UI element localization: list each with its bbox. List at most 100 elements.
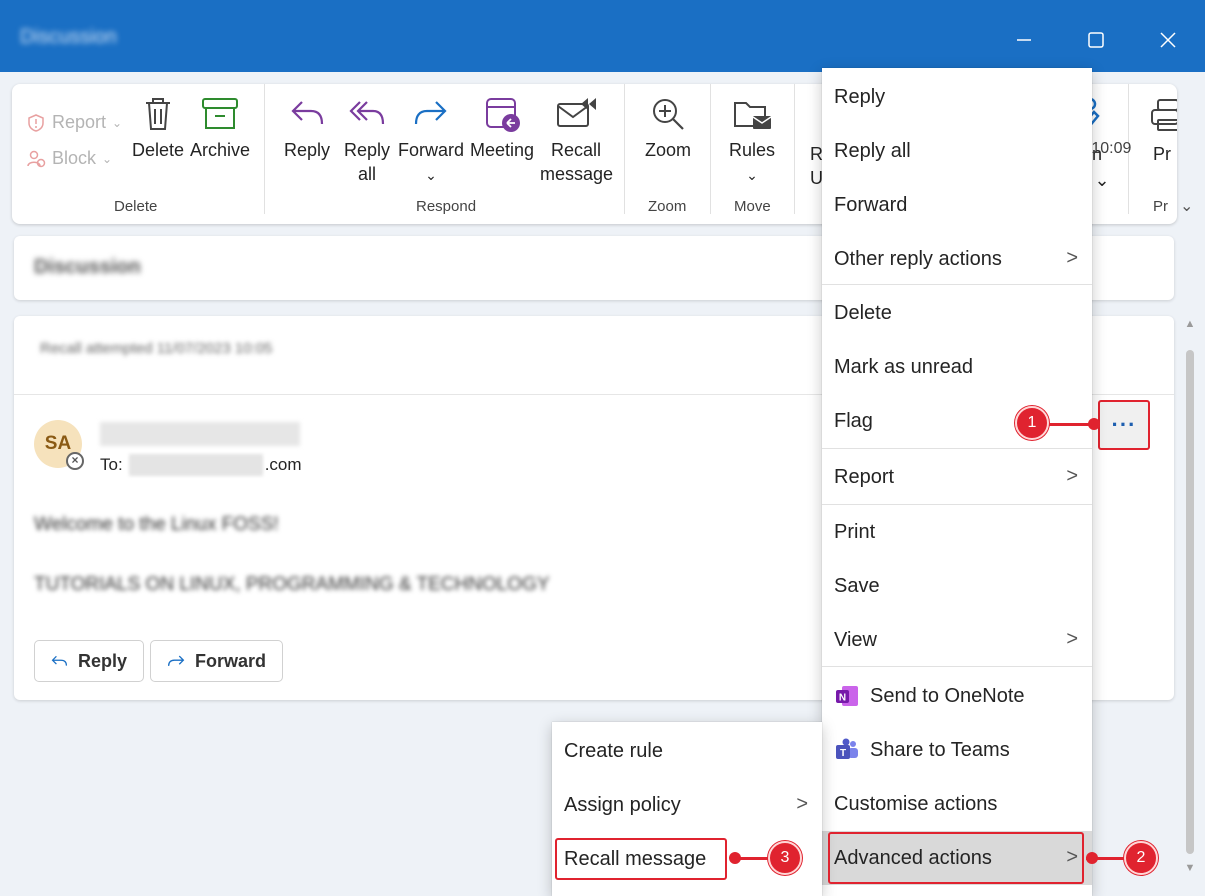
recall-banner: Recall attempted 11/07/2023 10:05 <box>40 340 273 357</box>
reply-icon <box>291 101 324 125</box>
menu-item-label: Share to Teams <box>870 738 1010 761</box>
menu-item-send-to-onenote[interactable]: N Send to OneNote <box>822 669 1092 723</box>
forward-button-label: Forward <box>194 650 266 671</box>
reply-all-button[interactable]: Reply all <box>340 94 394 186</box>
print-icon <box>1151 99 1177 131</box>
sender-name[interactable] <box>100 422 300 446</box>
block-user-icon <box>27 150 46 167</box>
archive-icon <box>202 98 238 129</box>
reply-icon <box>51 655 68 666</box>
menu-item-label: Reply all <box>834 139 911 162</box>
menu-item-label: Customise actions <box>834 792 998 815</box>
reply-label: Reply <box>283 140 331 160</box>
forward-button-inline[interactable]: Forward <box>150 640 283 682</box>
menu-item-label: View <box>834 628 877 651</box>
annotation-dot <box>1086 852 1098 864</box>
chevron-down-icon: ⌄ <box>1094 170 1110 190</box>
meeting-label: Meeting <box>469 140 535 160</box>
chevron-down-icon: ⌄ <box>746 167 758 183</box>
more-actions-button[interactable]: ··· <box>1098 400 1150 450</box>
reply-all-label-1: Reply <box>343 140 391 160</box>
annotation-dot <box>1088 418 1100 430</box>
menu-item-customise-actions[interactable]: Customise actions <box>822 777 1092 831</box>
annotation-dot <box>729 852 741 864</box>
menu-item-reply-all[interactable]: Reply all <box>822 124 1092 178</box>
menu-item-print[interactable]: Print <box>822 505 1092 559</box>
archive-button[interactable]: Archive <box>188 94 252 162</box>
partial-ribbon-pr: Pr <box>1153 144 1171 164</box>
menu-item-label: Other reply actions <box>834 247 1002 270</box>
scrollbar-thumb[interactable] <box>1186 350 1194 854</box>
submenu-item-create-rule[interactable]: Create rule <box>552 724 822 778</box>
submenu-item-assign-policy[interactable]: Assign policy > <box>552 778 822 832</box>
maximize-icon[interactable] <box>1078 22 1114 58</box>
menu-item-share-to-teams[interactable]: T Share to Teams <box>822 723 1092 777</box>
teams-icon: T <box>834 737 860 763</box>
group-label-partial-pr: Pr <box>1153 198 1168 215</box>
ribbon-divider <box>264 84 265 214</box>
to-suffix: .com <box>264 455 302 474</box>
forward-button[interactable]: Forward ⌄ <box>398 94 464 187</box>
ribbon-divider <box>710 84 711 214</box>
trash-icon <box>146 98 170 130</box>
menu-item-other-reply-actions[interactable]: Other reply actions > <box>822 232 1092 286</box>
delete-button[interactable]: Delete <box>130 94 186 162</box>
menu-item-label: Save <box>834 574 880 597</box>
svg-text:T: T <box>840 748 846 759</box>
menu-item-view[interactable]: View > <box>822 613 1092 667</box>
chevron-right-icon: > <box>1066 247 1078 269</box>
title-bar: Discussion <box>0 0 1205 72</box>
window-title: Discussion <box>20 26 117 48</box>
menu-item-save[interactable]: Save <box>822 559 1092 613</box>
chevron-right-icon: > <box>1066 465 1078 487</box>
meeting-button[interactable]: Meeting <box>468 94 536 162</box>
zoom-button[interactable]: Zoom <box>638 94 698 162</box>
recall-message-ribbon-button[interactable]: Recall message <box>540 94 613 186</box>
menu-divider <box>822 284 1092 285</box>
forward-label: Forward <box>398 140 465 160</box>
reply-button[interactable]: Reply <box>282 94 332 162</box>
report-label: Report <box>52 112 107 132</box>
report-button[interactable]: Report ⌄ <box>26 112 122 133</box>
block-label: Block <box>52 148 97 168</box>
presence-blocked-icon: × <box>66 452 84 470</box>
close-icon[interactable] <box>1150 22 1186 58</box>
menu-item-forward[interactable]: Forward <box>822 178 1092 232</box>
step-badge-3: 3 <box>768 841 802 875</box>
shield-icon <box>28 113 44 132</box>
body-line: TUTORIALS ON LINUX, PROGRAMMING & TECHNO… <box>34 574 550 595</box>
zoom-icon <box>653 99 684 130</box>
minimize-icon[interactable] <box>1006 22 1042 58</box>
to-line: To: .com <box>100 454 302 476</box>
forward-icon <box>167 655 185 666</box>
reply-all-icon <box>349 101 385 125</box>
chevron-down-icon: ⌄ <box>425 167 437 183</box>
ribbon-expand-icon[interactable]: ⌄ <box>1180 196 1193 216</box>
scroll-up-icon[interactable]: ▲ <box>1183 318 1197 332</box>
meeting-icon <box>486 98 520 132</box>
menu-item-delete[interactable]: Delete <box>822 286 1092 340</box>
rules-button[interactable]: Rules ⌄ <box>724 94 780 187</box>
to-prefix: To: <box>100 455 123 474</box>
ribbon-divider <box>624 84 625 214</box>
chevron-right-icon: > <box>796 793 808 815</box>
block-button[interactable]: Block ⌄ <box>26 148 112 169</box>
menu-item-label: Mark as unread <box>834 355 973 378</box>
onenote-icon: N <box>834 683 860 709</box>
menu-item-report[interactable]: Report > <box>822 450 1092 504</box>
recall-label-1: Recall <box>550 140 602 160</box>
chevron-down-icon: ⌄ <box>112 115 123 130</box>
menu-item-mark-as-unread[interactable]: Mark as unread <box>822 340 1092 394</box>
menu-divider <box>822 666 1092 667</box>
group-label-respond: Respond <box>416 198 477 215</box>
reply-button-inline[interactable]: Reply <box>34 640 144 682</box>
highlight-advanced-actions <box>828 832 1084 884</box>
menu-item-reply[interactable]: Reply <box>822 70 1092 124</box>
menu-item-label: Flag <box>834 409 873 432</box>
menu-item-flag[interactable]: Flag <box>822 394 1092 448</box>
submenu-item-label: Assign policy <box>564 793 681 816</box>
menu-item-label: Reply <box>834 85 886 108</box>
group-label-zoom: Zoom <box>648 198 687 215</box>
message-subject: Discussion <box>34 256 141 278</box>
scroll-down-icon[interactable]: ▼ <box>1183 862 1197 876</box>
